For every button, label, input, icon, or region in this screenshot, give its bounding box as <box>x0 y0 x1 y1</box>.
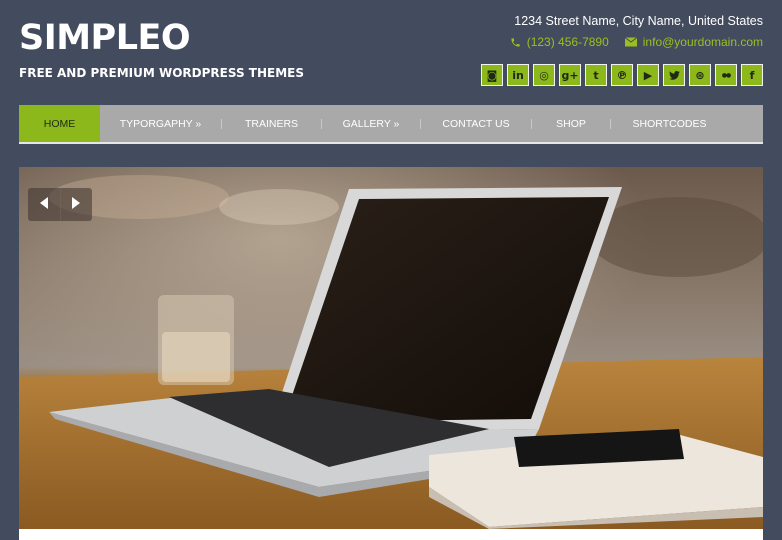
chevron-left-icon <box>39 196 48 214</box>
chevron-right-icon <box>72 196 81 214</box>
slider-next-button[interactable] <box>59 188 93 221</box>
google-plus-icon[interactable]: g+ <box>559 64 581 86</box>
nav-item-shop[interactable]: SHOP <box>532 105 610 142</box>
tumblr-icon[interactable]: t <box>585 64 607 86</box>
hero-image <box>19 167 763 529</box>
pinterest-icon[interactable]: ℗ <box>611 64 633 86</box>
phone-icon <box>510 37 521 48</box>
site-tagline: FREE AND PREMIUM WORDPRESS THEMES <box>19 66 304 80</box>
envelope-icon <box>624 37 637 47</box>
social-icons: ◙ in ◎ g+ t ℗ ▶ ⊛ ●● f <box>481 64 763 86</box>
facebook-icon[interactable]: f <box>741 64 763 86</box>
content-area <box>19 529 763 540</box>
youtube-icon[interactable]: ▶ <box>637 64 659 86</box>
linkedin-icon[interactable]: in <box>507 64 529 86</box>
twitter-icon[interactable] <box>663 64 685 86</box>
address-text: 1234 Street Name, City Name, United Stat… <box>514 14 763 28</box>
nav-item-home[interactable]: HOME <box>19 105 100 142</box>
dribbble-icon[interactable]: ◎ <box>533 64 555 86</box>
instagram-icon[interactable]: ◙ <box>481 64 503 86</box>
phone-number[interactable]: (123) 456-7890 <box>527 35 609 49</box>
phone-item: (123) 456-7890 <box>510 35 609 49</box>
nav-item-gallery[interactable]: GALLERY » <box>322 105 420 142</box>
nav-item-typography[interactable]: TYPORGAPHY » <box>100 105 221 142</box>
nav-item-shortcodes[interactable]: SHORTCODES <box>611 105 728 142</box>
email-link[interactable]: info@yourdomain.com <box>643 35 763 49</box>
email-item: info@yourdomain.com <box>624 35 763 49</box>
site-logo[interactable]: SIMPLEO <box>19 18 191 58</box>
main-nav: HOME TYPORGAPHY » TRAINERS GALLERY » CON… <box>19 105 763 144</box>
slider-controls <box>28 188 92 221</box>
slider-prev-button[interactable] <box>28 188 60 221</box>
site-header: SIMPLEO FREE AND PREMIUM WORDPRESS THEME… <box>0 0 782 105</box>
nav-item-trainers[interactable]: TRAINERS <box>222 105 321 142</box>
rss-icon[interactable]: ⊛ <box>689 64 711 86</box>
nav-item-contact[interactable]: CONTACT US <box>421 105 531 142</box>
hero-slider[interactable] <box>19 167 763 529</box>
contact-row: (123) 456-7890 info@yourdomain.com <box>510 35 763 49</box>
flickr-icon[interactable]: ●● <box>715 64 737 86</box>
